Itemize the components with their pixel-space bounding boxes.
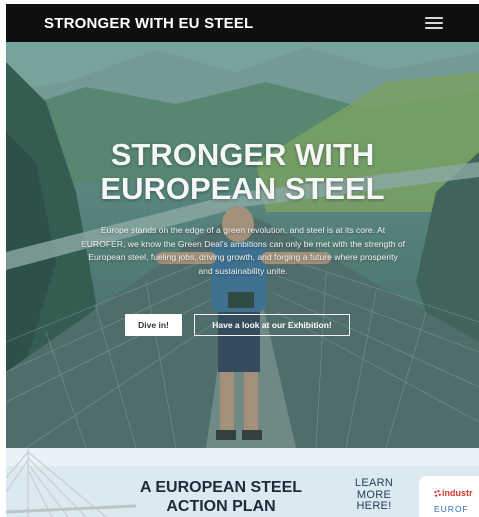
hero-title-line: EUROPEAN STEEL: [100, 171, 385, 206]
banner-title: A EUROPEAN STEEL ACTION PLAN: [116, 478, 326, 516]
hamburger-line: [425, 17, 443, 19]
industry-logo-text: industr: [442, 488, 473, 498]
hamburger-line: [425, 27, 443, 29]
learn-more-line: HERE!: [356, 500, 392, 512]
learn-more-line: LEARN: [354, 477, 394, 489]
page-frame: STRONGER WITH EU STEEL STRONGER WITH EUR…: [6, 4, 479, 517]
learn-more-link[interactable]: LEARN MORE HERE!: [354, 477, 394, 513]
eurofer-logo-text: EUROF: [434, 504, 469, 514]
action-plan-banner[interactable]: A EUROPEAN STEEL ACTION PLAN LEARN MORE …: [6, 448, 479, 517]
learn-more-line: MORE: [356, 488, 392, 501]
hero-section: STRONGER WITH EUROPEAN STEEL Europe stan…: [6, 42, 479, 448]
hero-description: Europe stands on the edge of a green rev…: [80, 225, 406, 276]
hamburger-line: [425, 22, 443, 24]
banner-title-line: A EUROPEAN STEEL: [139, 479, 303, 496]
hamburger-menu-icon[interactable]: [425, 17, 443, 29]
top-navbar: STRONGER WITH EU STEEL: [6, 4, 479, 42]
cog-icon: [434, 490, 441, 497]
hero-title: STRONGER WITH EUROPEAN STEEL: [6, 138, 479, 206]
site-brand-link[interactable]: STRONGER WITH EU STEEL: [44, 15, 253, 32]
industry-logo: industr: [434, 488, 473, 498]
exhibition-button[interactable]: Have a look at our Exhibition!: [194, 314, 350, 336]
banner-title-line: ACTION PLAN: [166, 498, 276, 515]
dive-in-button[interactable]: Dive in!: [125, 314, 182, 336]
hero-title-line: STRONGER WITH: [110, 137, 375, 172]
